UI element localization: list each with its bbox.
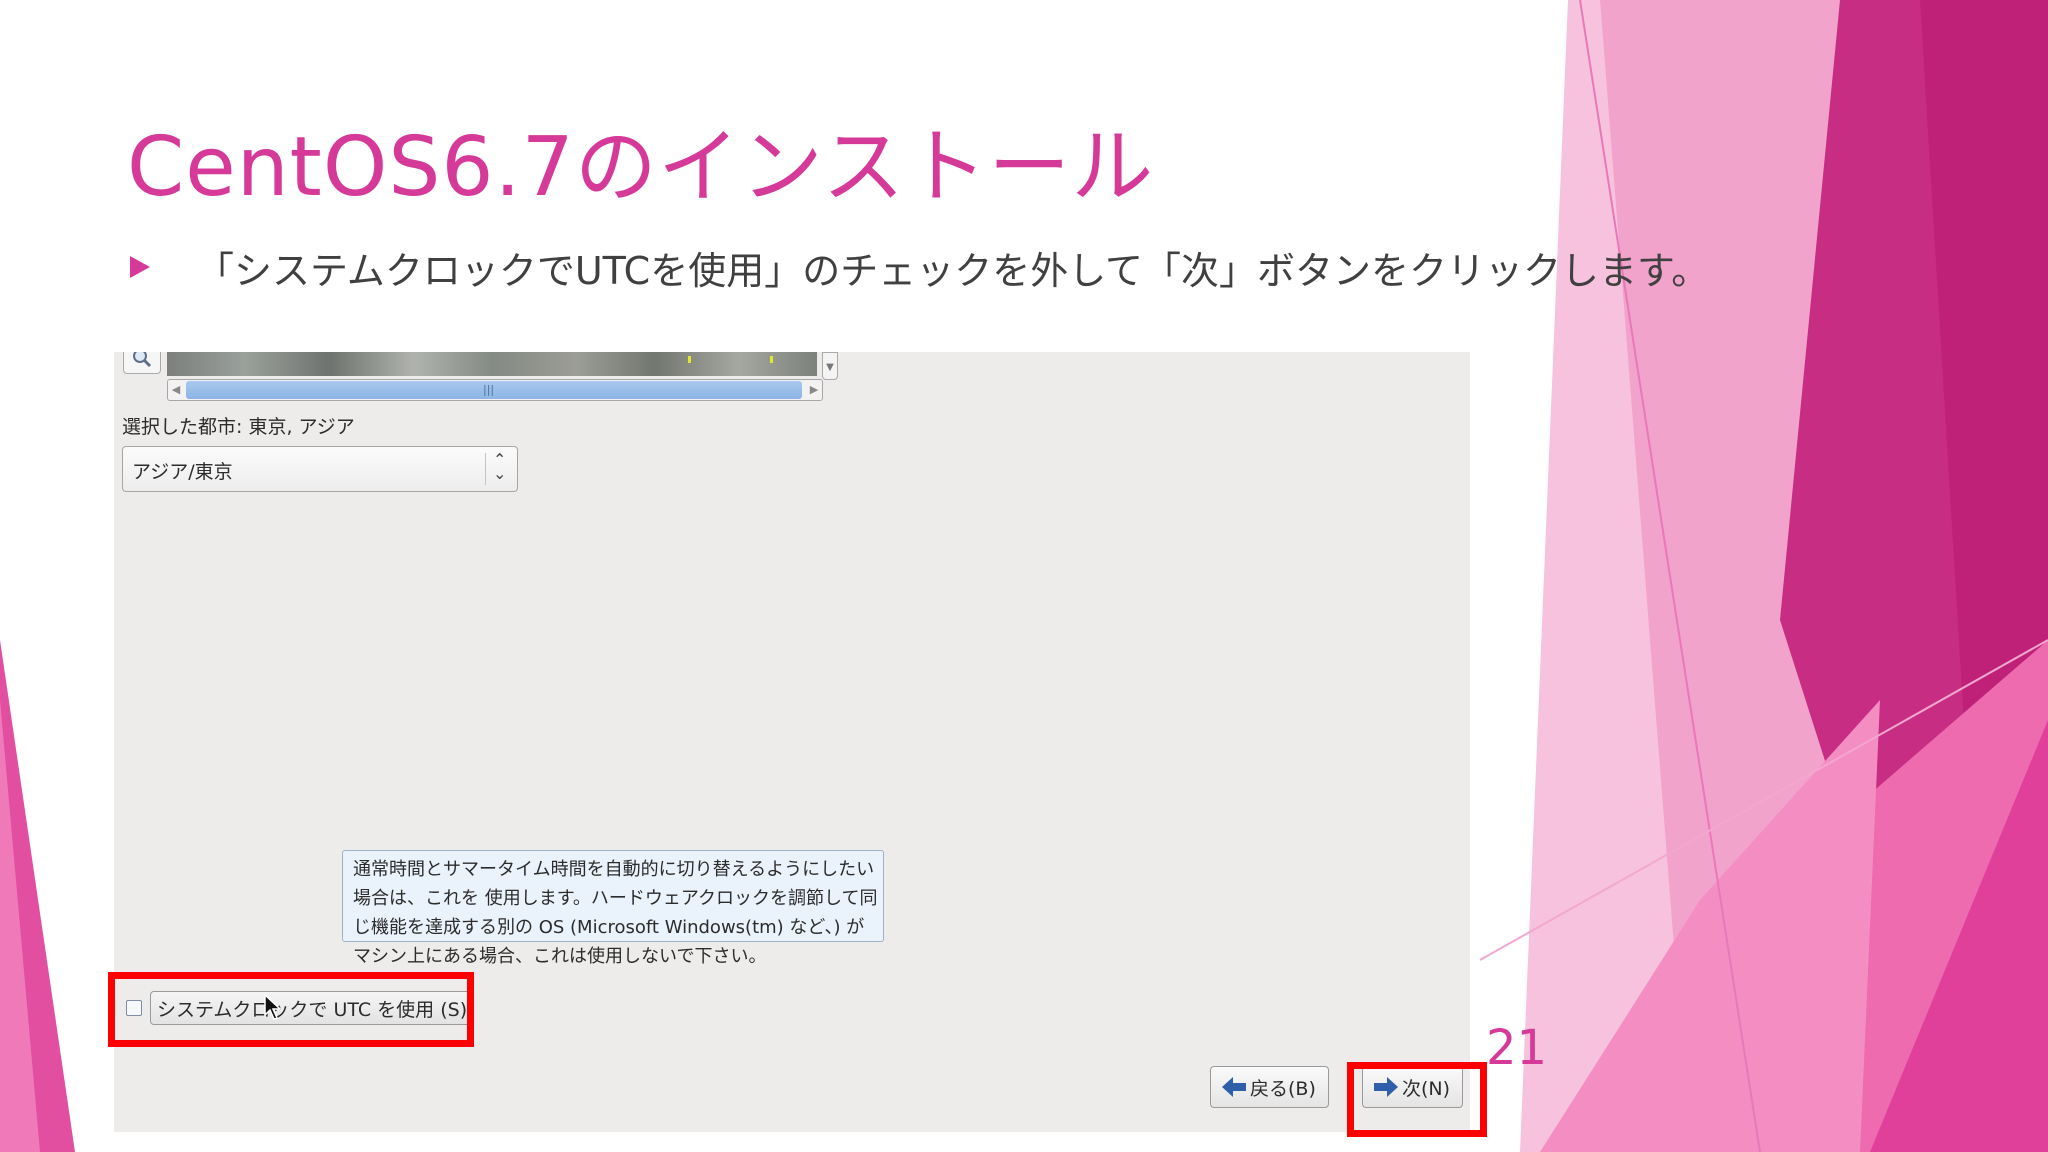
back-button-label: 戻る(B) xyxy=(1250,1077,1316,1100)
slide-title: CentOS6.7のインストール xyxy=(127,120,1155,215)
zoom-button[interactable] xyxy=(123,352,161,374)
magnifier-icon xyxy=(133,352,152,368)
up-down-chevron-icon: ⌃ ⌄ xyxy=(493,450,507,483)
back-button[interactable]: 戻る(B) xyxy=(1210,1066,1329,1108)
bullet-item: 「システムクロックでUTCを使用」のチェックを外して「次」ボタンをクリックします… xyxy=(130,242,1710,293)
world-map[interactable] xyxy=(167,352,817,376)
tooltip-line: マシン上にある場合、これは使用しないで下さい。 xyxy=(353,946,767,967)
city-marker xyxy=(770,356,773,363)
highlight-utc-option xyxy=(108,972,474,1047)
tooltip-line: 通常時間とサマータイム時間を自動的に切り替えるようにしたい xyxy=(353,859,875,880)
tooltip-line: じ機能を達成する別の OS (Microsoft Windows(tm) など、… xyxy=(353,917,865,938)
timezone-select[interactable]: アジア/東京 ⌃ ⌄ xyxy=(122,446,518,492)
bullet-arrow-icon xyxy=(130,256,150,278)
city-marker xyxy=(688,356,691,363)
selected-city-label: 選択した都市: 東京, アジア xyxy=(122,416,355,438)
grip-icon: ||| xyxy=(483,383,495,396)
bullet-text: 「システムクロックでUTCを使用」のチェックを外して「次」ボタンをクリックします… xyxy=(196,248,1710,293)
timezone-select-value: アジア/東京 xyxy=(132,461,233,483)
tooltip-line: 場合は、これを 使用します。ハードウェアクロックを調節して同 xyxy=(353,888,878,909)
scroll-left-icon[interactable]: ◀ xyxy=(168,380,184,400)
scrollbar-thumb[interactable]: ||| xyxy=(186,381,802,399)
utc-tooltip: 通常時間とサマータイム時間を自動的に切り替えるようにしたい 場合は、これを 使用… xyxy=(342,850,884,967)
select-divider xyxy=(485,453,486,485)
slide-number: 21 xyxy=(1486,1020,1548,1076)
map-horizontal-scrollbar[interactable]: ◀ ||| ▶ xyxy=(167,379,823,401)
map-vertical-scroll-down[interactable]: ▼ xyxy=(822,352,838,380)
highlight-next-button xyxy=(1347,1062,1487,1137)
arrow-left-icon xyxy=(1222,1077,1246,1097)
scroll-right-icon[interactable]: ▶ xyxy=(806,380,822,400)
